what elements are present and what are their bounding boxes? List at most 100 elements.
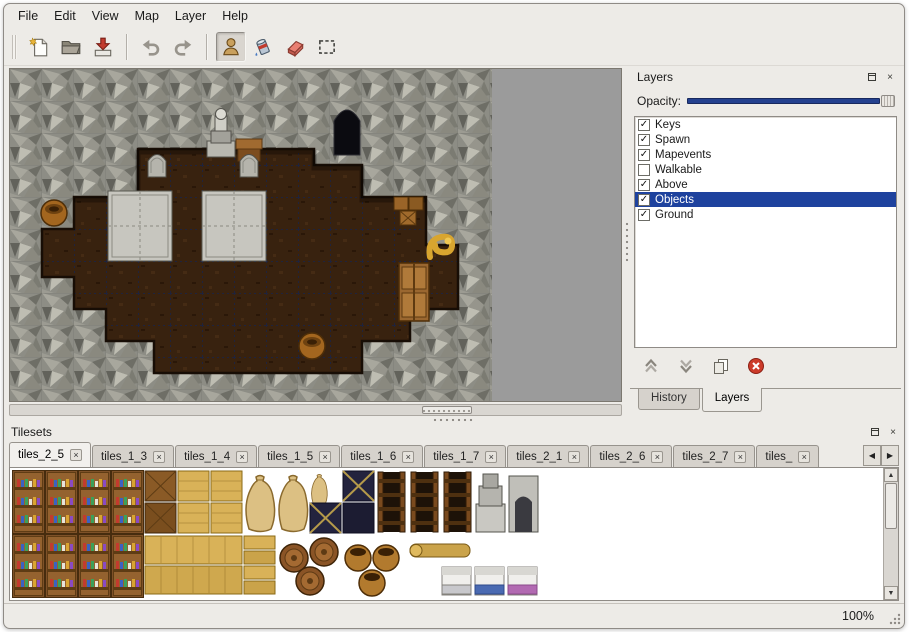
layer-row-objects[interactable]: ✓ Objects [635,192,896,207]
lower-layer-button[interactable] [675,355,697,377]
eraser-tool-button[interactable] [280,32,310,62]
layer-visibility-checkbox[interactable]: ✓ [638,119,650,131]
tileset-tab[interactable]: tiles_2_6 × [590,445,672,467]
close-tab-icon[interactable]: × [734,451,746,463]
chevron-up-icon [642,357,660,375]
layer-toolbar [640,355,767,377]
close-dock-button[interactable]: × [886,425,900,439]
toolbar-handle[interactable] [12,35,17,59]
undo-button[interactable] [136,32,166,62]
map-canvas[interactable] [10,69,492,402]
tileset-canvas[interactable] [12,470,544,598]
close-tab-icon[interactable]: × [798,451,810,463]
delete-layer-button[interactable] [745,355,767,377]
layer-row-keys[interactable]: ✓ Keys [635,117,896,132]
layer-visibility-checkbox[interactable]: ✓ [638,179,650,191]
toolbar-separator [126,34,128,60]
layers-dock: Layers × Opacity: ✓ Keys [630,68,901,416]
layer-visibility-checkbox[interactable] [638,164,650,176]
layer-name: Keys [655,119,681,131]
map-hscroll-thumb[interactable] [422,406,472,414]
opacity-row: Opacity: [637,90,895,112]
tileset-vertical-scrollbar[interactable]: ▲ ▼ [883,468,898,600]
close-tab-icon[interactable]: × [153,451,165,463]
layer-row-mapevents[interactable]: ✓ Mapevents [635,147,896,162]
resize-grip[interactable] [888,612,901,625]
map-pane [9,68,624,416]
float-dock-button[interactable] [865,70,879,84]
save-map-button[interactable] [88,32,118,62]
float-icon [866,71,878,83]
menu-map[interactable]: Map [127,6,167,26]
tileset-tab[interactable]: tiles_1_4 × [175,445,257,467]
opacity-label: Opacity: [637,94,681,108]
close-tab-icon[interactable]: × [236,451,248,463]
layer-row-above[interactable]: ✓ Above [635,177,896,192]
map-viewport[interactable] [9,68,622,402]
eraser-icon [284,36,306,58]
close-tab-icon[interactable]: × [568,451,580,463]
tileset-tab[interactable]: tiles_1_7 × [424,445,506,467]
splitter-grip [433,418,475,422]
close-tab-icon[interactable]: × [319,451,331,463]
redo-icon [172,36,194,58]
save-icon [92,36,114,58]
tileset-tab[interactable]: tiles_2_1 × [507,445,589,467]
scroll-down-button[interactable]: ▼ [884,586,898,600]
select-tool-button[interactable] [312,32,342,62]
opacity-slider-handle[interactable] [881,95,895,107]
opacity-slider[interactable] [687,94,895,108]
tileset-tab[interactable]: tiles_2_7 × [673,445,755,467]
float-dock-button[interactable] [868,425,882,439]
toolbar [4,28,904,66]
horizontal-splitter[interactable] [4,416,904,423]
open-map-button[interactable] [56,32,86,62]
raise-layer-button[interactable] [640,355,662,377]
layers-dock-title: Layers [637,70,673,84]
tileset-tab[interactable]: tiles_1_6 × [341,445,423,467]
close-dock-button[interactable]: × [883,70,897,84]
layer-visibility-checkbox[interactable]: ✓ [638,209,650,221]
menu-help[interactable]: Help [214,6,256,26]
layer-row-ground[interactable]: ✓ Ground [635,207,896,222]
close-tab-icon[interactable]: × [402,451,414,463]
statusbar: 100% [4,603,904,628]
duplicate-layer-button[interactable] [710,355,732,377]
map-horizontal-scrollbar[interactable] [9,404,622,416]
dock-tab-bar: History Layers [630,388,901,415]
tileset-vscroll-thumb[interactable] [885,483,897,529]
tab-history[interactable]: History [638,389,700,410]
layer-name: Spawn [655,134,690,146]
close-tab-icon[interactable]: × [651,451,663,463]
tileset-tab[interactable]: tiles_1_5 × [258,445,340,467]
menu-view[interactable]: View [84,6,127,26]
app-window: File Edit View Map Layer Help [3,3,905,629]
scroll-up-button[interactable]: ▲ [884,468,898,482]
delete-icon [747,357,765,375]
stamp-tool-button[interactable] [216,32,246,62]
tab-layers[interactable]: Layers [702,388,763,412]
tileset-tab[interactable]: tiles_2_5 × [9,442,91,467]
layer-visibility-checkbox[interactable]: ✓ [638,194,650,206]
menu-layer[interactable]: Layer [167,6,214,26]
close-tab-icon[interactable]: × [70,449,82,461]
new-file-icon [28,36,50,58]
close-tab-icon[interactable]: × [485,451,497,463]
chevron-down-icon [677,357,695,375]
tileset-content: ▲ ▼ [9,467,899,601]
opacity-slider-groove[interactable] [687,98,880,104]
redo-button[interactable] [168,32,198,62]
scroll-tabs-right-button[interactable]: ▶ [881,445,899,466]
layer-visibility-checkbox[interactable]: ✓ [638,149,650,161]
menu-file[interactable]: File [10,6,46,26]
layer-row-spawn[interactable]: ✓ Spawn [635,132,896,147]
scroll-tabs-left-button[interactable]: ◀ [863,445,881,466]
layer-row-walkable[interactable]: Walkable [635,162,896,177]
menu-edit[interactable]: Edit [46,6,84,26]
layer-name: Mapevents [655,149,711,161]
layer-visibility-checkbox[interactable]: ✓ [638,134,650,146]
fill-tool-button[interactable] [248,32,278,62]
new-map-button[interactable] [24,32,54,62]
tileset-tab[interactable]: tiles_ × [756,445,819,467]
tileset-tab[interactable]: tiles_1_3 × [92,445,174,467]
